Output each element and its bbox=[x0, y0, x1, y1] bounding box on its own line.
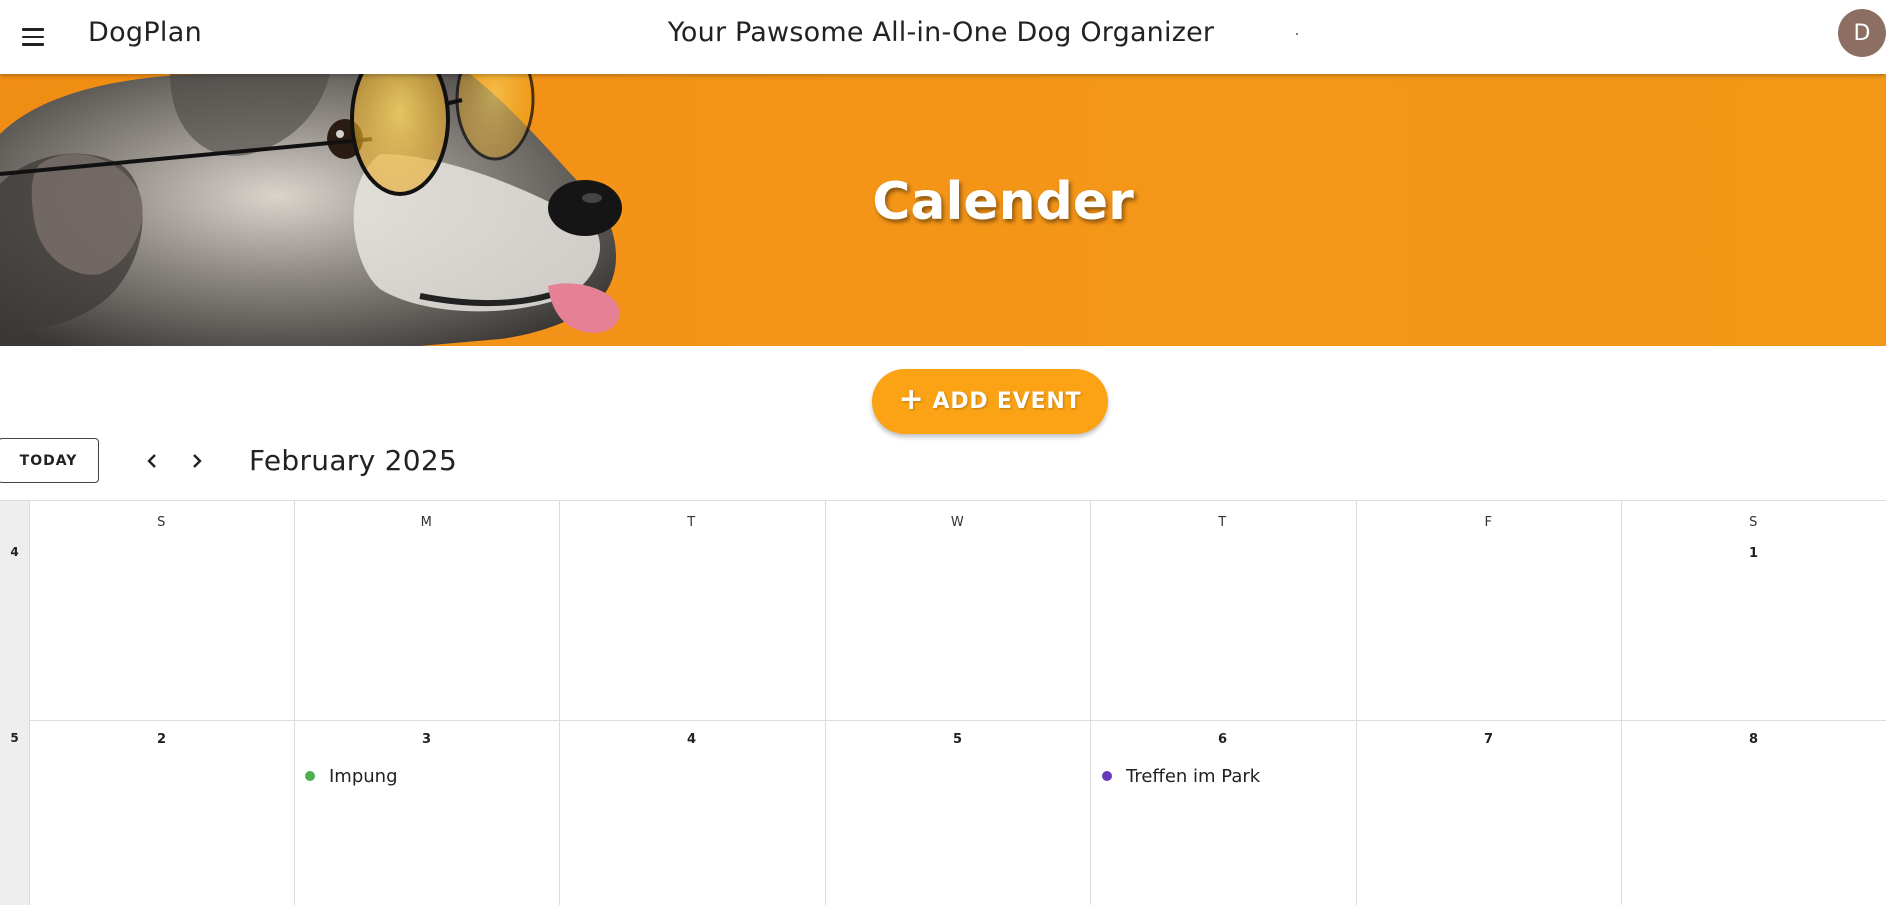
event-color-dot bbox=[305, 771, 315, 781]
decorative-dot bbox=[1296, 33, 1298, 35]
weekday-header-sat: S bbox=[1749, 515, 1758, 530]
grid-line bbox=[29, 720, 1886, 721]
day-number[interactable]: 7 bbox=[1356, 732, 1621, 747]
day-number[interactable]: 6 bbox=[1090, 732, 1355, 747]
user-avatar[interactable]: D bbox=[1838, 9, 1886, 57]
week-number-column bbox=[0, 501, 29, 905]
weekday-header-sun: S bbox=[157, 515, 166, 530]
weekday-header-wed: W bbox=[950, 515, 965, 530]
weekday-header-fri: F bbox=[1484, 515, 1493, 530]
day-number[interactable]: 3 bbox=[294, 732, 559, 747]
grid-line bbox=[825, 501, 826, 905]
weekday-header-tue: T bbox=[687, 515, 696, 530]
calendar-event[interactable]: Treffen im Park bbox=[1102, 764, 1260, 788]
calendar-event[interactable]: Impung bbox=[305, 764, 398, 788]
app-bar: DogPlan Your Pawsome All-in-One Dog Orga… bbox=[0, 0, 1886, 74]
weekday-header-mon: M bbox=[420, 515, 433, 530]
grid-line bbox=[1090, 501, 1091, 905]
grid-line bbox=[1356, 501, 1357, 905]
week-number: 5 bbox=[10, 731, 19, 745]
grid-line bbox=[559, 501, 560, 905]
app-title: Your Pawsome All-in-One Dog Organizer bbox=[667, 17, 1215, 48]
hero-banner: Calender bbox=[0, 74, 1886, 346]
event-title: Impung bbox=[329, 765, 398, 787]
plus-icon: + bbox=[898, 382, 925, 417]
week-number: 4 bbox=[10, 545, 19, 559]
month-label: February 2025 bbox=[249, 444, 458, 477]
page-title: Calender bbox=[872, 172, 1134, 232]
event-title: Treffen im Park bbox=[1126, 765, 1261, 787]
grid-line bbox=[29, 501, 30, 905]
day-number[interactable]: 2 bbox=[29, 732, 294, 747]
day-number[interactable]: 1 bbox=[1621, 546, 1886, 561]
grid-line bbox=[294, 501, 295, 905]
chevron-left-icon[interactable] bbox=[139, 448, 165, 474]
month-calendar-grid: S M T W T F S 4 5 1 2 3 4 5 6 7 8 Impung… bbox=[0, 500, 1886, 905]
event-color-dot bbox=[1102, 771, 1112, 781]
weekday-header-thu: T bbox=[1218, 515, 1227, 530]
today-button[interactable]: TODAY bbox=[0, 438, 99, 483]
grid-line bbox=[1621, 501, 1622, 905]
chevron-right-icon[interactable] bbox=[184, 448, 210, 474]
day-number[interactable]: 4 bbox=[559, 732, 824, 747]
day-number[interactable]: 5 bbox=[825, 732, 1090, 747]
add-event-button[interactable]: + ADD EVENT bbox=[872, 369, 1108, 434]
add-event-label: ADD EVENT bbox=[932, 389, 1082, 414]
day-number[interactable]: 8 bbox=[1621, 732, 1886, 747]
